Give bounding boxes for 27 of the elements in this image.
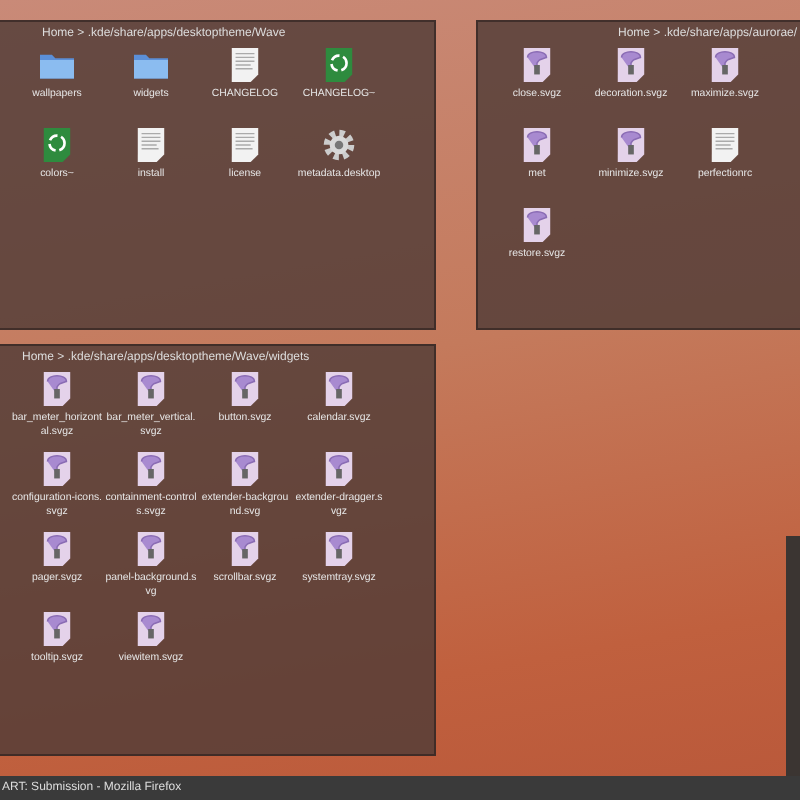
vector-file-icon [228,372,262,406]
vector-file-icon [322,372,356,406]
vector-file-icon [520,48,554,82]
text-file-icon [228,128,262,162]
vector-file-icon [40,532,74,566]
vector-file-icon [614,48,648,82]
recycle-file-icon [40,128,74,162]
vector-file-icon [134,372,168,406]
vector-file-icon [134,612,168,646]
vector-file-icon [40,452,74,486]
text-file-icon [134,128,168,162]
vector-file-icon [520,128,554,162]
text-file-icon [228,48,262,82]
vector-file-icon [708,48,742,82]
vector-file-icon [40,612,74,646]
vector-file-icon [228,532,262,566]
gear-icon [322,128,356,162]
vector-file-icon [520,208,554,242]
vector-file-icon [322,532,356,566]
vector-file-icon [134,452,168,486]
text-file-icon [708,128,742,162]
vector-file-icon [228,452,262,486]
recycle-file-icon [322,48,356,82]
vector-file-icon [322,452,356,486]
vector-file-icon [614,128,648,162]
vector-file-icon [134,532,168,566]
vector-file-icon [40,372,74,406]
